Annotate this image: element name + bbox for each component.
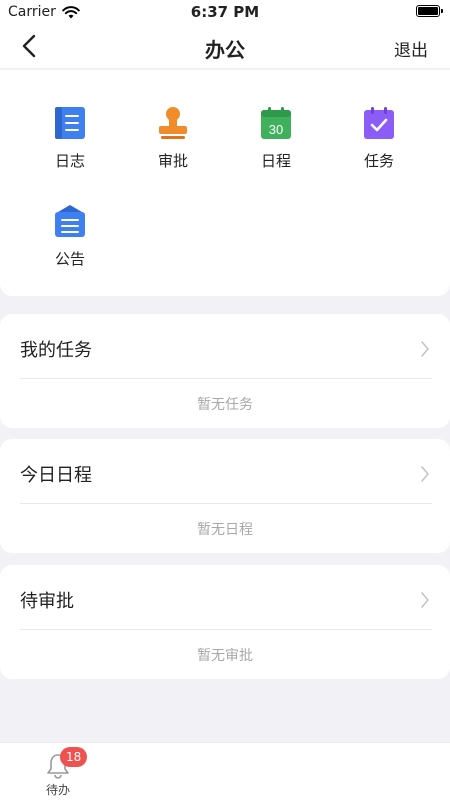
- pending-approval-title[interactable]: 待审批: [20, 587, 74, 613]
- divider: [20, 503, 432, 504]
- app-label: 审批: [157, 152, 188, 170]
- chevron-right-icon[interactable]: [420, 591, 430, 609]
- status-bar: Carrier 6:37 PM: [0, 0, 450, 24]
- calendar-icon: 30: [261, 107, 291, 139]
- battery-icon: [416, 5, 443, 17]
- app-approval[interactable]: 审批: [133, 106, 213, 171]
- empty-state-text: 暂无审批: [197, 648, 253, 664]
- empty-state-text: 暂无日程: [197, 522, 253, 538]
- logout-button[interactable]: 退出: [394, 36, 428, 61]
- tab-label: 待办: [45, 783, 70, 797]
- today-schedule-title[interactable]: 今日日程: [20, 461, 92, 487]
- announcement-icon: [55, 205, 85, 237]
- chevron-right-icon[interactable]: [420, 340, 430, 358]
- app-label: 日志: [54, 152, 85, 170]
- notification-badge: 18: [60, 747, 88, 767]
- log-icon: [55, 107, 85, 139]
- divider: [20, 378, 432, 379]
- app-schedule[interactable]: 30 日程: [236, 106, 316, 171]
- chevron-right-icon[interactable]: [420, 465, 430, 483]
- stamp-icon: [159, 107, 187, 139]
- pending-approval-card: 待审批 暂无审批: [0, 565, 450, 679]
- page-title: 办公: [205, 38, 245, 62]
- empty-state-text: 暂无任务: [197, 397, 253, 413]
- app-task[interactable]: 任务: [339, 106, 419, 171]
- app-label: 日程: [260, 152, 291, 170]
- app-announcement[interactable]: 公告: [30, 204, 110, 269]
- status-right: [416, 5, 443, 17]
- task-icon: [364, 107, 394, 139]
- status-time: 6:37 PM: [190, 3, 260, 21]
- nav-bar: 办公 退出: [0, 24, 450, 68]
- calendar-day-text: 30: [269, 122, 283, 137]
- my-tasks-title[interactable]: 我的任务: [20, 336, 92, 362]
- divider: [20, 629, 432, 630]
- apps-card: 日志 审批 30 日程 任务 公告: [0, 70, 450, 296]
- app-label: 任务: [363, 152, 394, 170]
- app-label: 公告: [54, 250, 85, 268]
- today-schedule-card: 今日日程 暂无日程: [0, 439, 450, 553]
- tab-bar: 18 待办: [0, 742, 450, 800]
- app-log[interactable]: 日志: [30, 106, 110, 171]
- tab-todo[interactable]: 18 待办: [28, 747, 88, 797]
- my-tasks-card: 我的任务 暂无任务: [0, 314, 450, 428]
